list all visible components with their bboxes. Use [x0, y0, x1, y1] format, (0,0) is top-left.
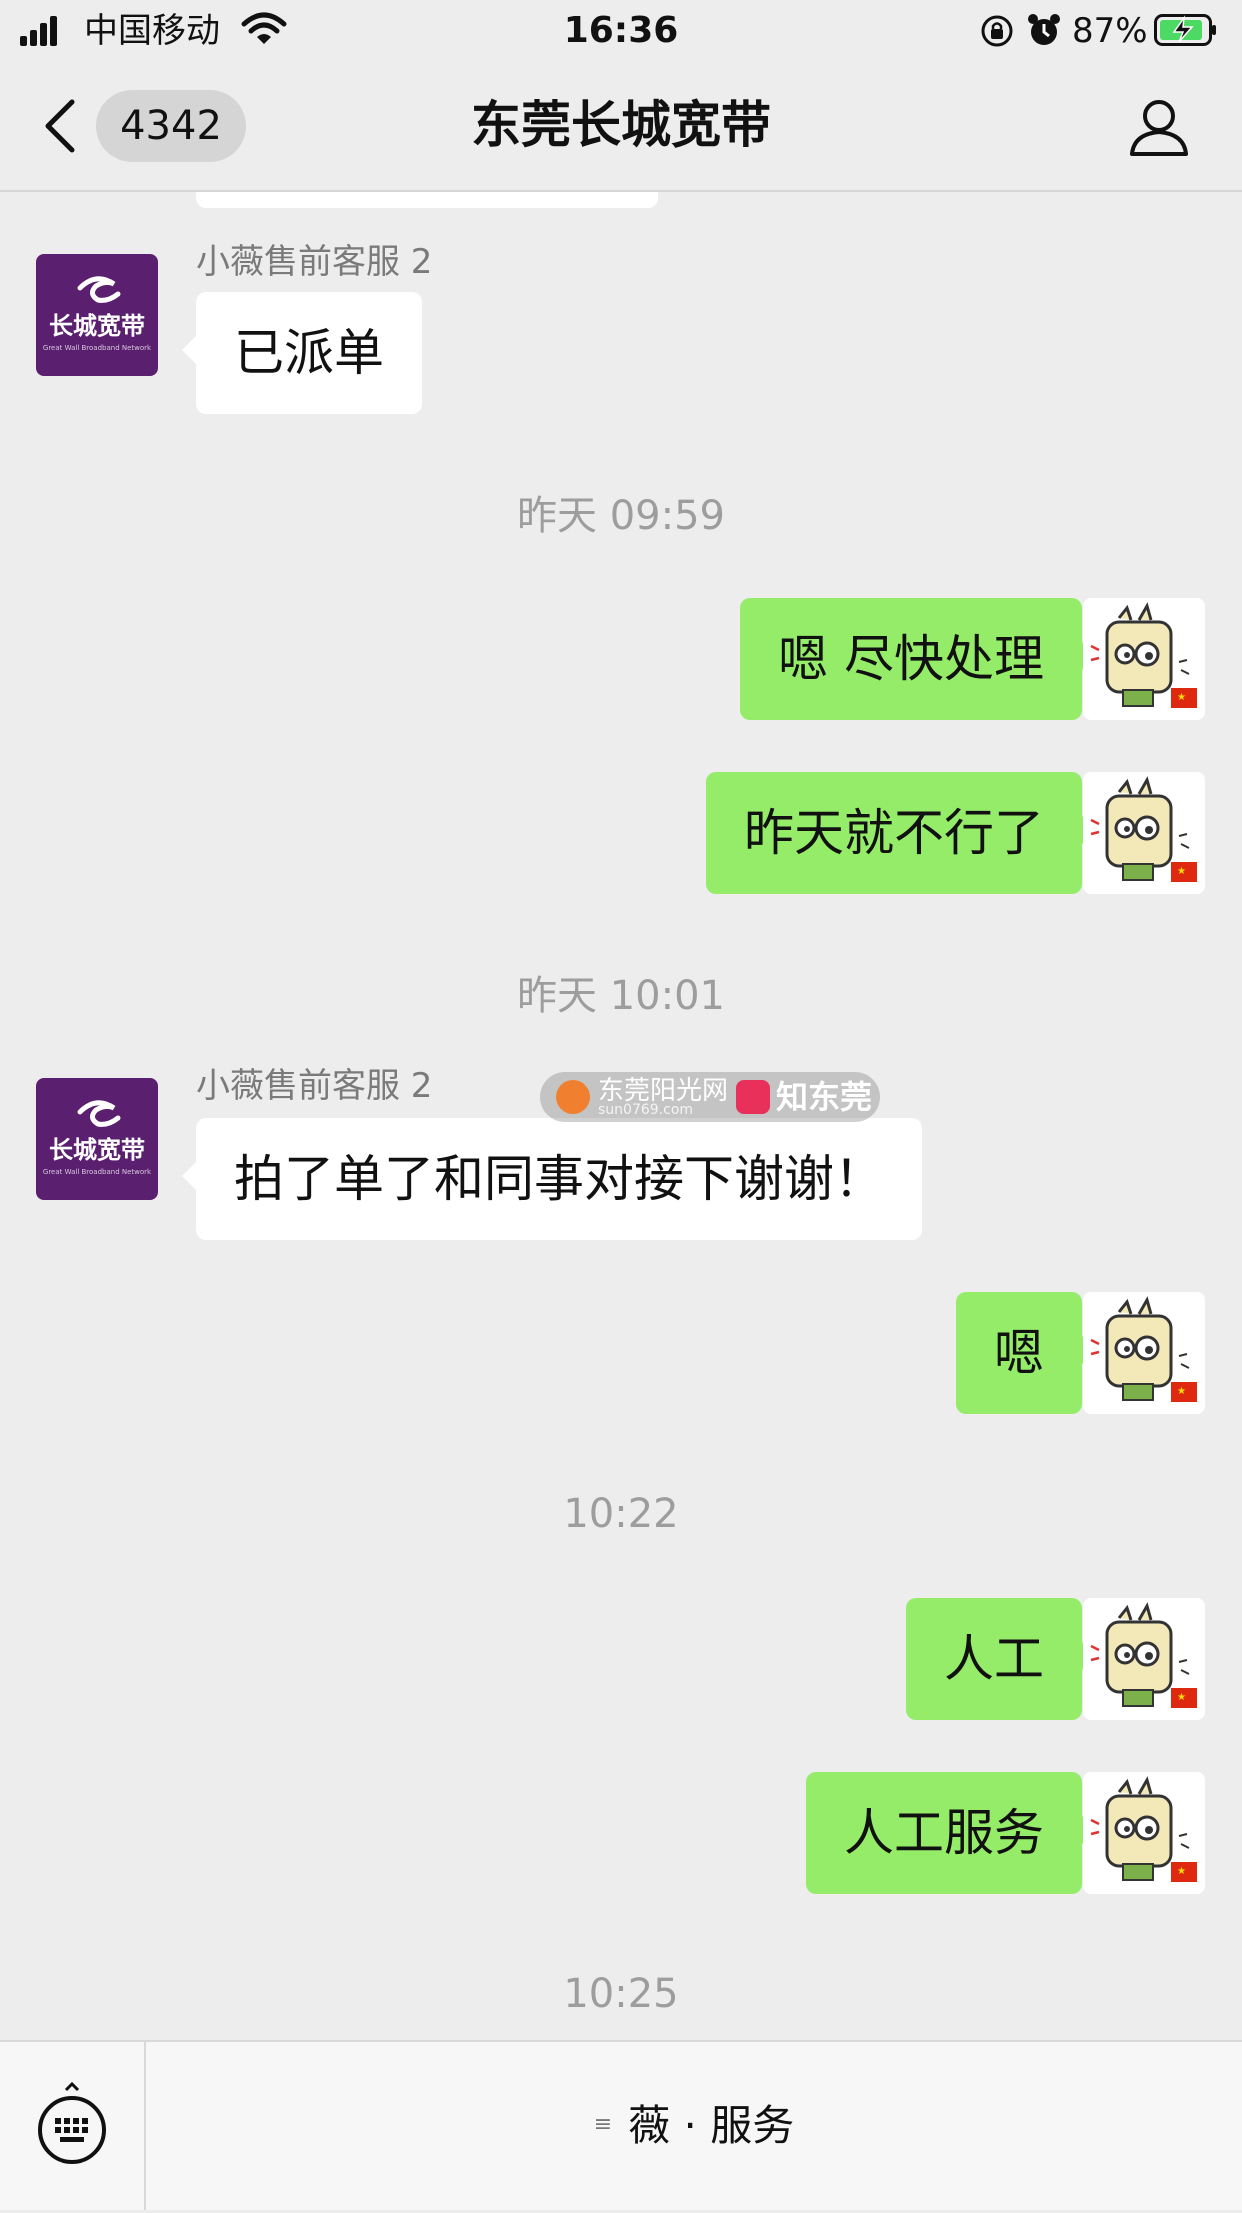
- status-bar: 中国移动 16:36 87%: [0, 0, 1242, 62]
- sender-name: 小薇售前客服 2: [196, 242, 433, 282]
- message-timestamp: 昨天 09:59: [517, 493, 725, 539]
- nav-bar: 4342 东莞长城宽带: [0, 62, 1242, 192]
- brand-avatar[interactable]: 长城宽带 Great Wall Broadband Network: [36, 254, 158, 376]
- user-avatar[interactable]: ★: [1083, 772, 1205, 894]
- message-bubble-outgoing[interactable]: 人工: [906, 1598, 1096, 1720]
- keyboard-toggle-button[interactable]: [0, 2042, 146, 2210]
- svg-text:★: ★: [1177, 1386, 1186, 1397]
- service-menu-label: 薇 · 服务: [628, 2101, 795, 2150]
- watermark-subtext: sun0769.com: [598, 1102, 694, 1118]
- bottom-menu-bar: ≡ 薇 · 服务: [0, 2040, 1242, 2210]
- message-timestamp: 10:22: [563, 1491, 679, 1537]
- alarm-icon: [1028, 14, 1060, 45]
- svg-text:Great Wall Broadband Network: Great Wall Broadband Network: [43, 344, 152, 352]
- message-bubble-outgoing[interactable]: 嗯: [956, 1292, 1096, 1414]
- great-wall-logo-icon: 长城宽带 Great Wall Broadband Network: [43, 276, 152, 352]
- cartoon-avatar-icon: ★: [1090, 602, 1197, 708]
- cartoon-avatar-icon: ★: [1090, 1602, 1197, 1708]
- cartoon-avatar-icon: ★: [1090, 1776, 1197, 1882]
- chat-area[interactable]: 长城宽带 Great Wall Broadband Network 小薇售前客服…: [0, 192, 1242, 2042]
- svg-text:★: ★: [1177, 866, 1186, 877]
- user-avatar[interactable]: ★: [1083, 1598, 1205, 1720]
- battery-percentage: 87%: [1072, 11, 1148, 51]
- orientation-lock-icon: [981, 15, 1013, 47]
- svg-text:★: ★: [1177, 1692, 1186, 1703]
- message-bubble-incoming[interactable]: 已派单: [182, 292, 422, 414]
- message-timestamp: 10:25: [563, 1971, 679, 2017]
- message-bubble-incoming[interactable]: 拍了单了和同事对接下谢谢！: [182, 1118, 922, 1240]
- cartoon-avatar-icon: ★: [1090, 776, 1197, 882]
- user-avatar[interactable]: ★: [1083, 598, 1205, 720]
- profile-icon[interactable]: [1128, 96, 1190, 158]
- svg-text:Great Wall Broadband Network: Great Wall Broadband Network: [43, 1168, 152, 1176]
- svg-text:长城宽带: 长城宽带: [49, 1136, 145, 1164]
- watermark-brand: 知东莞: [776, 1078, 873, 1116]
- message-bubble-outgoing[interactable]: 嗯 尽快处理: [740, 598, 1096, 720]
- user-avatar[interactable]: ★: [1083, 1292, 1205, 1414]
- svg-text:★: ★: [1177, 692, 1186, 703]
- message-bubble-outgoing[interactable]: 昨天就不行了: [706, 772, 1096, 894]
- service-menu-button[interactable]: ≡ 薇 · 服务: [146, 2042, 1242, 2210]
- svg-text:★: ★: [1177, 1866, 1186, 1877]
- cartoon-avatar-icon: ★: [1090, 1296, 1197, 1402]
- message-bubble-outgoing[interactable]: 人工服务: [806, 1772, 1096, 1894]
- great-wall-logo-icon: 长城宽带 Great Wall Broadband Network: [43, 1100, 152, 1176]
- partial-message-bubble: [196, 192, 658, 208]
- menu-lines-icon: ≡: [593, 2111, 613, 2137]
- sun0769-logo-icon: [556, 1080, 590, 1114]
- user-avatar[interactable]: ★: [1083, 1772, 1205, 1894]
- message-timestamp: 昨天 10:01: [517, 973, 725, 1019]
- brand-avatar[interactable]: 长城宽带 Great Wall Broadband Network: [36, 1078, 158, 1200]
- svg-text:长城宽带: 长城宽带: [49, 312, 145, 340]
- sender-name: 小薇售前客服 2: [196, 1066, 433, 1106]
- page-title: 东莞长城宽带: [471, 96, 771, 154]
- battery-charging-icon: [1154, 14, 1216, 46]
- watermark: 东莞阳光网 sun0769.com 知东莞: [540, 1072, 880, 1122]
- keyboard-icon: [38, 2082, 106, 2164]
- eye-logo-icon: [736, 1080, 770, 1114]
